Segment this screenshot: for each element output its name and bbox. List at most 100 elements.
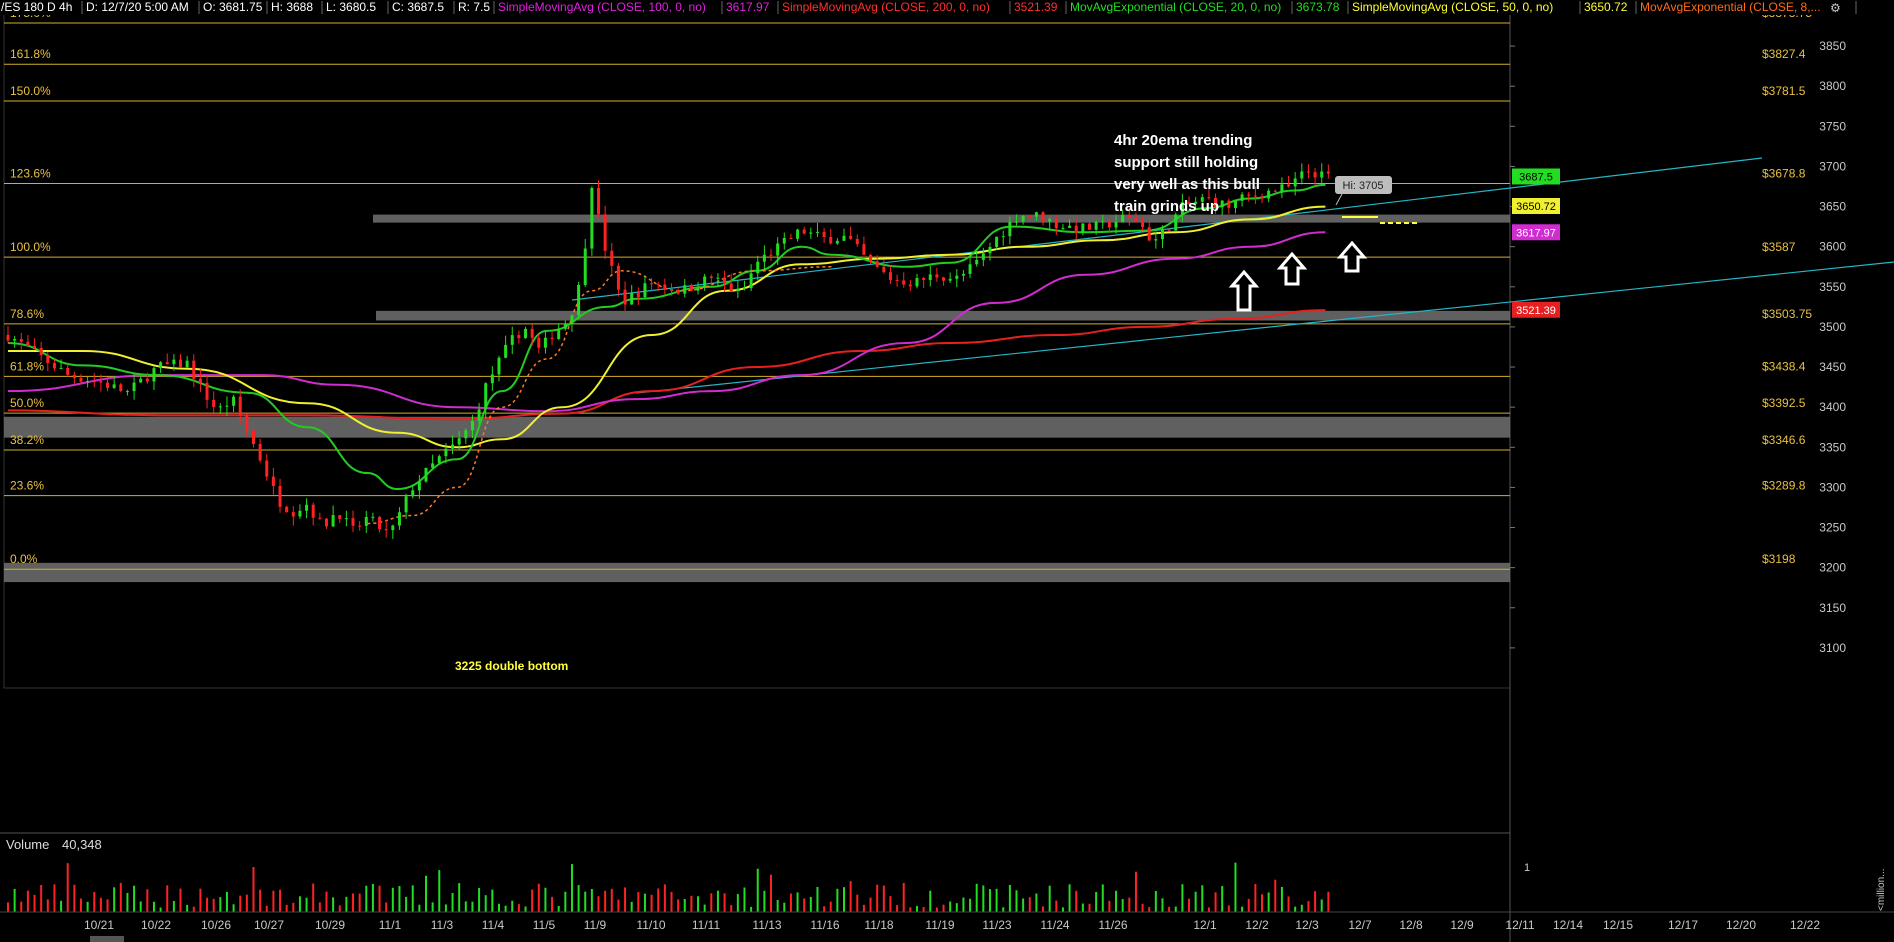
x-tick-label: 12/17: [1668, 918, 1698, 932]
candle-body: [922, 278, 926, 280]
header-field: R: 7.5: [458, 0, 490, 14]
candle-body: [1253, 195, 1257, 197]
candle-body: [378, 516, 382, 530]
x-tick-label: 11/23: [982, 918, 1011, 932]
candle-body: [1326, 171, 1330, 174]
candle-body: [1028, 215, 1032, 217]
candle-body: [756, 261, 760, 274]
candle-body: [981, 253, 985, 260]
fib-pct-label: 150.0%: [10, 84, 51, 98]
candle-body: [1160, 228, 1164, 240]
candle-body: [1048, 219, 1052, 222]
candle-body: [106, 382, 110, 388]
candle-body: [1041, 212, 1045, 222]
candle-body: [437, 456, 441, 464]
x-tick-label: 11/11: [692, 918, 721, 932]
candle-body: [490, 374, 494, 384]
candle-body: [251, 430, 255, 444]
y-tick-label: 3400: [1819, 400, 1846, 414]
candle-body: [1127, 214, 1131, 218]
candle-body: [1280, 184, 1284, 192]
candle-body: [351, 518, 355, 526]
candle-body: [908, 284, 912, 287]
candle-body: [179, 359, 183, 368]
candle-body: [1154, 239, 1158, 241]
candle-body: [663, 284, 667, 290]
candle-body: [570, 315, 574, 324]
candle-body: [789, 237, 793, 239]
candle-body: [597, 187, 601, 215]
candle-body: [1174, 214, 1178, 231]
candle-body: [623, 289, 627, 305]
candle-body: [119, 384, 123, 392]
candle-body: [537, 337, 541, 348]
y-tick-label: 3650: [1819, 200, 1846, 214]
candle-body: [424, 467, 428, 482]
candle-body: [650, 283, 654, 285]
candle-body: [835, 240, 839, 244]
y-tick-label: 3700: [1819, 159, 1846, 173]
candle-body: [1141, 222, 1145, 228]
header-field: 3521.39: [1014, 0, 1058, 14]
candle-body: [603, 214, 607, 251]
header-field: 3673.78: [1296, 0, 1340, 14]
candle-body: [782, 237, 786, 244]
candle-body: [1094, 221, 1098, 230]
support-zone: [376, 310, 1510, 321]
candle-body: [285, 506, 289, 513]
candle-body: [942, 277, 946, 281]
fib-price-label: $3503.75: [1762, 307, 1812, 321]
candle-body: [1267, 190, 1271, 199]
candle-body: [928, 274, 932, 280]
x-tick-label: 12/2: [1245, 918, 1269, 932]
y-tick-label: 3150: [1819, 601, 1846, 615]
candle-body: [1313, 172, 1317, 178]
candle-body: [1068, 225, 1072, 228]
header-field: L: 3680.5: [326, 0, 376, 14]
candle-body: [52, 363, 56, 369]
candle-body: [265, 460, 269, 477]
x-tick-label: 11/24: [1040, 918, 1069, 932]
candle-body: [305, 504, 309, 511]
fib-price-label: $3781.5: [1762, 84, 1806, 98]
candle-body: [192, 360, 196, 379]
candle-body: [882, 266, 886, 273]
candle-body: [13, 339, 17, 341]
candle-body: [975, 259, 979, 265]
header-field: SimpleMovingAvg (CLOSE, 100, 0, no): [498, 0, 706, 14]
candle-body: [457, 438, 461, 445]
fib-pct-label: 50.0%: [10, 396, 44, 410]
x-tick-label: 10/29: [315, 918, 345, 932]
candle-body: [1167, 228, 1171, 231]
candle-body: [431, 463, 435, 468]
candle-body: [411, 490, 415, 497]
header-field: /ES 180 D 4h: [1, 0, 72, 14]
y-tick-label: 3750: [1819, 119, 1846, 133]
candle-body: [855, 238, 859, 245]
y-tick-label: 3850: [1819, 39, 1846, 53]
candle-body: [995, 236, 999, 247]
y-tick-label: 3250: [1819, 521, 1846, 535]
candle-body: [59, 367, 63, 369]
candle-body: [510, 335, 514, 345]
candle-body: [869, 254, 873, 262]
fib-pct-label: 23.6%: [10, 479, 44, 493]
candle-body: [636, 292, 640, 298]
candle-body: [278, 486, 282, 507]
x-tick-label: 10/27: [254, 918, 284, 932]
x-tick-label: 11/9: [584, 918, 607, 932]
y-tick-label: 3550: [1819, 280, 1846, 294]
volume-axis-label: 1: [1524, 862, 1530, 874]
candle-body: [550, 337, 554, 339]
candle-body: [358, 525, 362, 527]
fib-pct-label: 61.8%: [10, 359, 44, 373]
candle-body: [444, 448, 448, 457]
candle-body: [159, 362, 163, 369]
candle-body: [802, 229, 806, 234]
candle-body: [212, 399, 216, 408]
candle-body: [86, 381, 90, 383]
candle-body: [66, 367, 70, 375]
support-zone: [373, 214, 1510, 223]
candle-body: [935, 274, 939, 278]
candle-body: [875, 261, 879, 267]
